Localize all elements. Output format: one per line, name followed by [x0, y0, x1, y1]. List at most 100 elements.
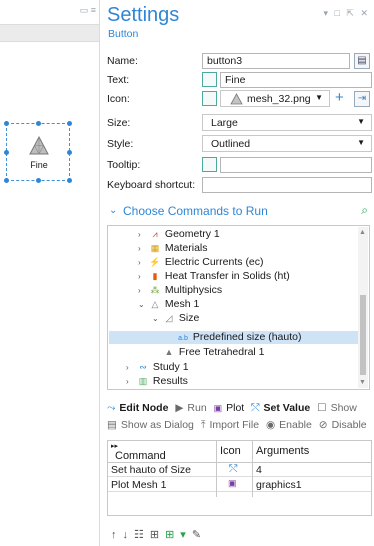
study-icon: ∾: [139, 362, 147, 372]
text-label: Text:: [107, 74, 130, 86]
resize-handle[interactable]: [67, 178, 72, 183]
tree-item-free-tetrahedral[interactable]: ▲ Free Tetrahedral 1: [162, 346, 265, 359]
text-input[interactable]: Fine: [220, 72, 372, 88]
mesh-icon: △: [151, 299, 159, 309]
run-button[interactable]: Run: [187, 402, 206, 414]
chevron-right-icon[interactable]: ›: [126, 363, 136, 372]
disable-button[interactable]: Disable: [332, 419, 367, 431]
chevron-down-icon[interactable]: ⌄: [152, 314, 162, 323]
show-icon: ☐: [317, 402, 327, 414]
add-icon[interactable]: +: [335, 89, 344, 106]
size-select[interactable]: Large ▼: [202, 114, 372, 131]
canvas-window-icons[interactable]: ▭ ≡: [80, 5, 96, 16]
table-row[interactable]: Plot Mesh 1 ▣ graphics1: [108, 478, 371, 492]
name-row: Name: button3 ▤: [107, 52, 372, 70]
tree-item-geometry[interactable]: › ⩘ Geometry 1: [138, 228, 220, 241]
tree-item-label: Materials: [164, 242, 208, 254]
resize-handle[interactable]: [36, 121, 41, 126]
settings-panel: Settings Button ▾ □ ⇱ ✕ Name: button3 ▤ …: [101, 0, 374, 546]
table-cell-argument[interactable]: 4: [253, 464, 371, 477]
scrollbar-thumb[interactable]: [360, 295, 366, 375]
disable-icon: ⊘: [318, 419, 328, 431]
size-row: Size: Large ▼: [107, 114, 372, 132]
table-cell-argument[interactable]: graphics1: [253, 479, 371, 492]
panel-window-controls[interactable]: ▾ □ ⇱ ✕: [323, 8, 370, 19]
chevron-right-icon[interactable]: ›: [138, 272, 148, 281]
add-command-icon[interactable]: ⊞▾: [165, 529, 192, 541]
canvas-button-preview[interactable]: Fine: [4, 121, 72, 183]
scroll-down-icon[interactable]: ▼: [359, 379, 366, 386]
name-input[interactable]: button3: [202, 53, 350, 69]
resize-handle[interactable]: [4, 121, 9, 126]
chevron-down-icon: ▼: [357, 117, 365, 126]
tree-item-label: Results: [152, 375, 188, 387]
tree-item-size[interactable]: ⌄ ◿ Size: [152, 312, 199, 325]
rename-icon[interactable]: ▤: [354, 53, 370, 69]
chevron-right-icon[interactable]: ›: [126, 377, 136, 386]
style-select[interactable]: Outlined ▼: [202, 135, 372, 152]
parameter-icon: a.b: [178, 335, 188, 342]
insert-rows-icon[interactable]: ⊞: [150, 529, 165, 541]
resize-handle[interactable]: [67, 150, 72, 155]
move-up-icon[interactable]: ↑: [111, 529, 123, 541]
filter-tree-icon[interactable]: ⌕: [361, 203, 368, 218]
chevron-right-icon[interactable]: ›: [138, 286, 148, 295]
results-icon: ▥: [138, 376, 148, 386]
size-icon: ◿: [165, 313, 173, 323]
tree-item-predefined-size[interactable]: a.b Predefined size (hauto): [176, 331, 301, 344]
text-color-swatch[interactable]: [202, 72, 217, 87]
resize-handle[interactable]: [36, 178, 41, 183]
tooltip-input[interactable]: [220, 157, 372, 173]
icon-select[interactable]: mesh_32.png ▼: [220, 90, 330, 107]
tooltip-color-swatch[interactable]: [202, 157, 217, 172]
scroll-up-icon[interactable]: ▲: [359, 229, 366, 236]
show-button[interactable]: Show: [331, 402, 357, 414]
tree-item-study[interactable]: › ∾ Study 1: [126, 361, 189, 374]
show-as-dialog-button[interactable]: Show as Dialog: [121, 419, 194, 431]
move-down-icon[interactable]: ↓: [123, 529, 135, 541]
enable-button[interactable]: Enable: [279, 419, 312, 431]
electric-currents-icon: ⚡: [149, 257, 161, 267]
tree-scrollbar[interactable]: ▲ ▼: [358, 227, 368, 388]
chevron-right-icon[interactable]: ›: [138, 258, 148, 267]
section-title: Choose Commands to Run: [123, 204, 268, 218]
style-label: Style:: [107, 138, 134, 150]
canvas-button-label: Fine: [30, 160, 48, 170]
table-row[interactable]: Set hauto of Size ⤲ 4: [108, 463, 371, 477]
chevron-down-icon: ▼: [315, 93, 323, 102]
edit-icon[interactable]: ✎: [192, 529, 207, 541]
edit-node-button[interactable]: Edit Node: [119, 402, 168, 414]
tree-item-label: Size: [178, 312, 200, 324]
tree-item-label: Geometry 1: [164, 228, 220, 240]
resize-handle[interactable]: [67, 121, 72, 126]
canvas-toolbar: [0, 24, 99, 42]
tree-item-mesh[interactable]: ⌄ △ Mesh 1: [138, 298, 199, 311]
tooltip-row: Tooltip:: [107, 156, 372, 174]
plot-icon: ▣: [228, 478, 237, 488]
tree-item-multiphysics[interactable]: › ⁂ Multiphysics: [138, 284, 222, 297]
tree-item-label: Mesh 1: [164, 298, 200, 310]
resize-handle[interactable]: [4, 150, 9, 155]
panel-title: Settings: [107, 4, 180, 26]
choose-commands-section-header[interactable]: ⌄ Choose Commands to Run ⌕: [107, 203, 372, 221]
delete-rows-icon[interactable]: ☷: [134, 529, 150, 541]
set-value-icon: ⤲: [229, 463, 238, 475]
import-icon[interactable]: ⇥: [354, 91, 370, 107]
chevron-right-icon[interactable]: ›: [138, 230, 148, 239]
tree-item-results[interactable]: › ▥ Results: [126, 375, 188, 388]
icon-color-swatch[interactable]: [202, 91, 217, 106]
tree-item-heat-transfer[interactable]: › ▮ Heat Transfer in Solids (ht): [138, 270, 290, 283]
shortcut-input[interactable]: [202, 177, 372, 193]
plot-button[interactable]: Plot: [226, 402, 244, 414]
import-file-button[interactable]: Import File: [209, 419, 259, 431]
chevron-down-icon[interactable]: ⌄: [138, 300, 148, 309]
chevron-right-icon[interactable]: ›: [138, 244, 148, 253]
table-cell-command: Set hauto of Size: [111, 464, 191, 476]
enable-icon: ◉: [265, 419, 276, 431]
resize-handle[interactable]: [4, 178, 9, 183]
shortcut-label: Keyboard shortcut:: [107, 179, 196, 191]
tree-item-label: Free Tetrahedral 1: [178, 346, 265, 358]
set-value-button[interactable]: Set Value: [264, 402, 311, 414]
tree-item-electric-currents[interactable]: › ⚡ Electric Currents (ec): [138, 256, 264, 269]
tree-item-materials[interactable]: › ▦ Materials: [138, 242, 208, 255]
